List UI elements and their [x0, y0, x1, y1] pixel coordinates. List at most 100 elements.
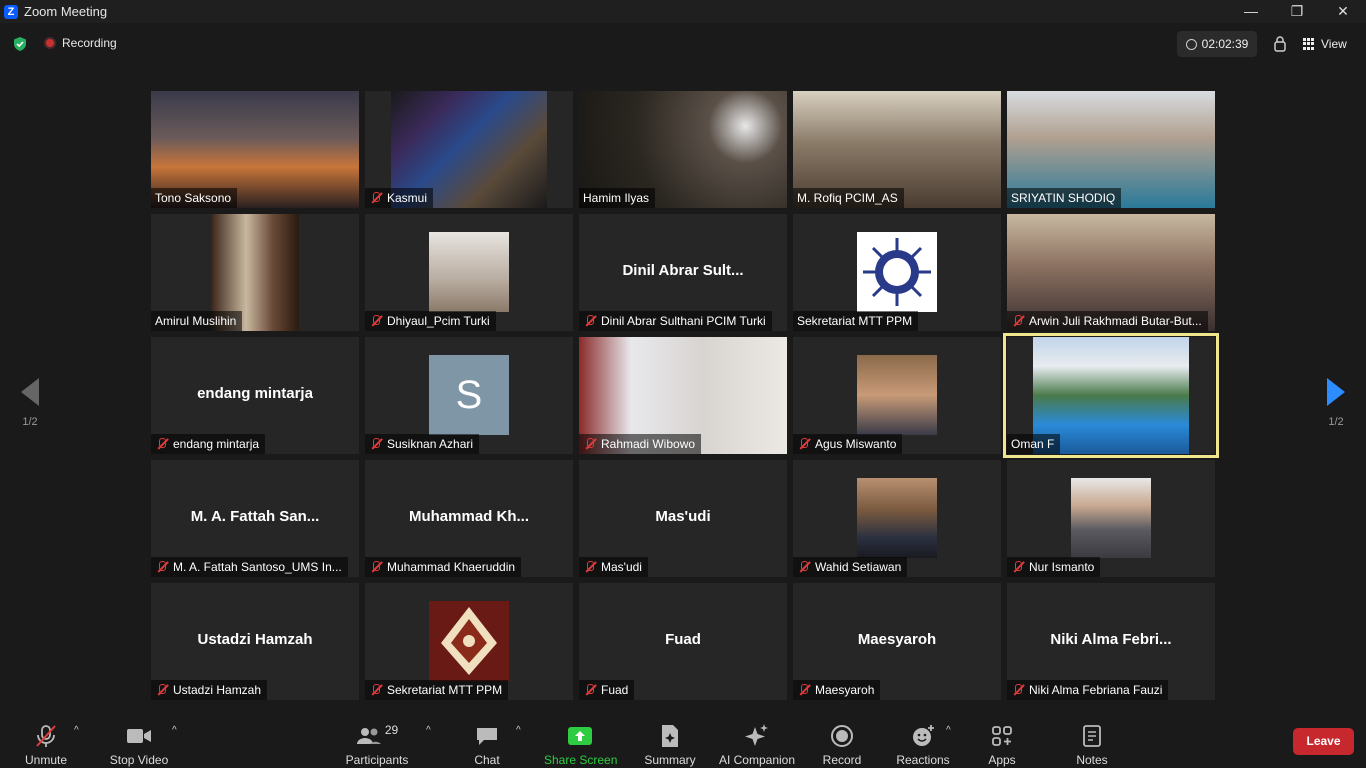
- chat-button[interactable]: Chat: [464, 707, 510, 768]
- grid-view-icon: [1303, 38, 1315, 50]
- record-label: Record: [822, 753, 862, 767]
- record-icon: [831, 725, 853, 747]
- participant-tile[interactable]: Agus Miswanto: [793, 337, 1001, 454]
- participant-tile[interactable]: Sekretariat MTT PPM: [365, 583, 573, 700]
- reactions-label: Reactions: [896, 753, 950, 767]
- participant-tile[interactable]: Mas'udi Mas'udi: [579, 460, 787, 577]
- participant-tile[interactable]: Maesyaroh Maesyaroh: [793, 583, 1001, 700]
- muted-mic-icon: [797, 683, 811, 697]
- participant-tile[interactable]: S Susiknan Azhari: [365, 337, 573, 454]
- ai-companion-label: AI Companion: [718, 753, 796, 767]
- ai-companion-button[interactable]: AI Companion: [716, 707, 798, 768]
- participant-tile[interactable]: Wahid Setiawan: [793, 460, 1001, 577]
- organization-logo-picture: [429, 601, 509, 681]
- muted-mic-icon: [155, 437, 169, 451]
- participant-tile[interactable]: Nur Ismanto: [1007, 460, 1215, 577]
- participant-tile[interactable]: Kasmui: [365, 91, 573, 208]
- participant-display-name: M. A. Fattah San...: [190, 508, 320, 525]
- participants-options-chevron-icon[interactable]: ^: [426, 725, 431, 736]
- participant-tile-active-speaker[interactable]: Oman F: [1003, 333, 1219, 458]
- unmute-button[interactable]: Unmute: [20, 707, 72, 768]
- participants-button[interactable]: 29 Participants: [342, 707, 412, 768]
- page-indicator-left: 1/2: [22, 416, 38, 428]
- reactions-button[interactable]: Reactions: [894, 707, 952, 768]
- participant-display-name: Fuad: [665, 631, 701, 648]
- stop-video-button[interactable]: Stop Video: [104, 707, 174, 768]
- participant-tile[interactable]: Muhammad Kh... Muhammad Khaeruddin: [365, 460, 573, 577]
- participant-tile[interactable]: Fuad Fuad: [579, 583, 787, 700]
- participant-tile[interactable]: Arwin Juli Rakhmadi Butar-But...: [1007, 214, 1215, 331]
- minimize-button[interactable]: —: [1228, 0, 1274, 23]
- meeting-timer[interactable]: 02:02:39: [1177, 31, 1257, 57]
- participant-name-label: Ustadzi Hamzah: [151, 680, 268, 700]
- participant-tile[interactable]: M. Rofiq PCIM_AS: [793, 91, 1001, 208]
- participant-display-name: Ustadzi Hamzah: [197, 631, 313, 648]
- participant-tile[interactable]: Ustadzi Hamzah Ustadzi Hamzah: [151, 583, 359, 700]
- participant-name-label: Agus Miswanto: [793, 434, 903, 454]
- muted-mic-icon: [583, 314, 597, 328]
- participant-tile[interactable]: endang mintarja endang mintarja: [151, 337, 359, 454]
- participant-display-name: endang mintarja: [197, 385, 313, 402]
- muted-mic-icon: [583, 683, 597, 697]
- leave-meeting-button[interactable]: Leave: [1293, 728, 1354, 755]
- security-shield-icon[interactable]: [12, 36, 28, 52]
- view-label: View: [1321, 37, 1347, 51]
- next-page-button[interactable]: 1/2: [1316, 378, 1356, 428]
- participant-display-name: Dinil Abrar Sult...: [622, 262, 744, 279]
- participant-name-label: Oman F: [1007, 434, 1061, 454]
- participant-name-label: Rahmadi Wibowo: [579, 434, 702, 454]
- summary-label: Summary: [644, 753, 696, 767]
- ai-sparkle-icon: [745, 724, 768, 746]
- participant-tile[interactable]: Hamim Ilyas: [579, 91, 787, 208]
- muted-mic-icon: [1011, 560, 1025, 574]
- unmute-label: Unmute: [24, 753, 68, 767]
- participant-name-label: Amirul Muslihin: [151, 311, 243, 331]
- audio-options-chevron-icon[interactable]: ^: [74, 725, 79, 736]
- participant-name-label: M. A. Fattah Santoso_UMS In...: [151, 557, 348, 577]
- participant-display-name: Niki Alma Febri...: [1050, 631, 1172, 648]
- chat-options-chevron-icon[interactable]: ^: [516, 725, 521, 736]
- participant-tile[interactable]: Niki Alma Febri... Niki Alma Febriana Fa…: [1007, 583, 1215, 700]
- clock-icon: [1185, 38, 1197, 50]
- participant-name-label: Kasmui: [365, 188, 434, 208]
- immersive-view-icon[interactable]: [1270, 34, 1290, 54]
- participant-tile[interactable]: M. A. Fattah San... M. A. Fattah Santoso…: [151, 460, 359, 577]
- notes-button[interactable]: Notes: [1070, 707, 1114, 768]
- muted-mic-icon: [155, 560, 169, 574]
- previous-page-button[interactable]: 1/2: [10, 378, 50, 428]
- participant-name-label: Niki Alma Febriana Fauzi: [1007, 680, 1169, 700]
- participant-tile[interactable]: Tono Saksono: [151, 91, 359, 208]
- participant-tile[interactable]: Dinil Abrar Sult... Dinil Abrar Sulthani…: [579, 214, 787, 331]
- participant-count: 29: [384, 723, 399, 737]
- restore-button[interactable]: ❐: [1274, 0, 1320, 23]
- muted-mic-icon: [369, 560, 383, 574]
- smiley-reaction-icon: [913, 725, 934, 746]
- participants-label: Participants: [345, 753, 409, 767]
- participant-tile[interactable]: Amirul Muslihin: [151, 214, 359, 331]
- participant-tile[interactable]: Sekretariat MTT PPM: [793, 214, 1001, 331]
- record-button[interactable]: Record: [818, 707, 866, 768]
- participant-name-label: Wahid Setiawan: [793, 557, 908, 577]
- summary-button[interactable]: Summary: [642, 707, 698, 768]
- window-title: Zoom Meeting: [24, 4, 108, 19]
- participant-name-label: endang mintarja: [151, 434, 266, 454]
- meeting-top-bar: Recording 02:02:39 View: [0, 23, 1366, 65]
- reactions-options-chevron-icon[interactable]: ^: [946, 725, 951, 736]
- recording-indicator[interactable]: Recording: [44, 36, 117, 50]
- participant-tile[interactable]: SRIYATIN SHODIQ: [1007, 91, 1215, 208]
- apps-button[interactable]: Apps: [980, 707, 1024, 768]
- close-window-button[interactable]: ✕: [1320, 0, 1366, 23]
- avatar: S: [429, 355, 509, 435]
- participant-name-label: Mas'udi: [579, 557, 648, 577]
- meeting-controls-toolbar: Unmute ^ Stop Video ^ 29 Participants ^ …: [0, 707, 1366, 768]
- recording-label: Recording: [62, 36, 117, 50]
- view-button[interactable]: View: [1303, 31, 1347, 57]
- participant-tile[interactable]: Dhiyaul_Pcim Turki: [365, 214, 573, 331]
- title-bar: Z Zoom Meeting — ❐ ✕: [0, 0, 1366, 23]
- zoom-logo-icon: Z: [4, 4, 18, 19]
- participant-tile[interactable]: Rahmadi Wibowo: [579, 337, 787, 454]
- video-options-chevron-icon[interactable]: ^: [172, 725, 177, 736]
- participant-name-label: Sekretariat MTT PPM: [793, 311, 919, 331]
- share-screen-button[interactable]: Share Screen: [544, 707, 617, 768]
- profile-picture: [1071, 478, 1151, 558]
